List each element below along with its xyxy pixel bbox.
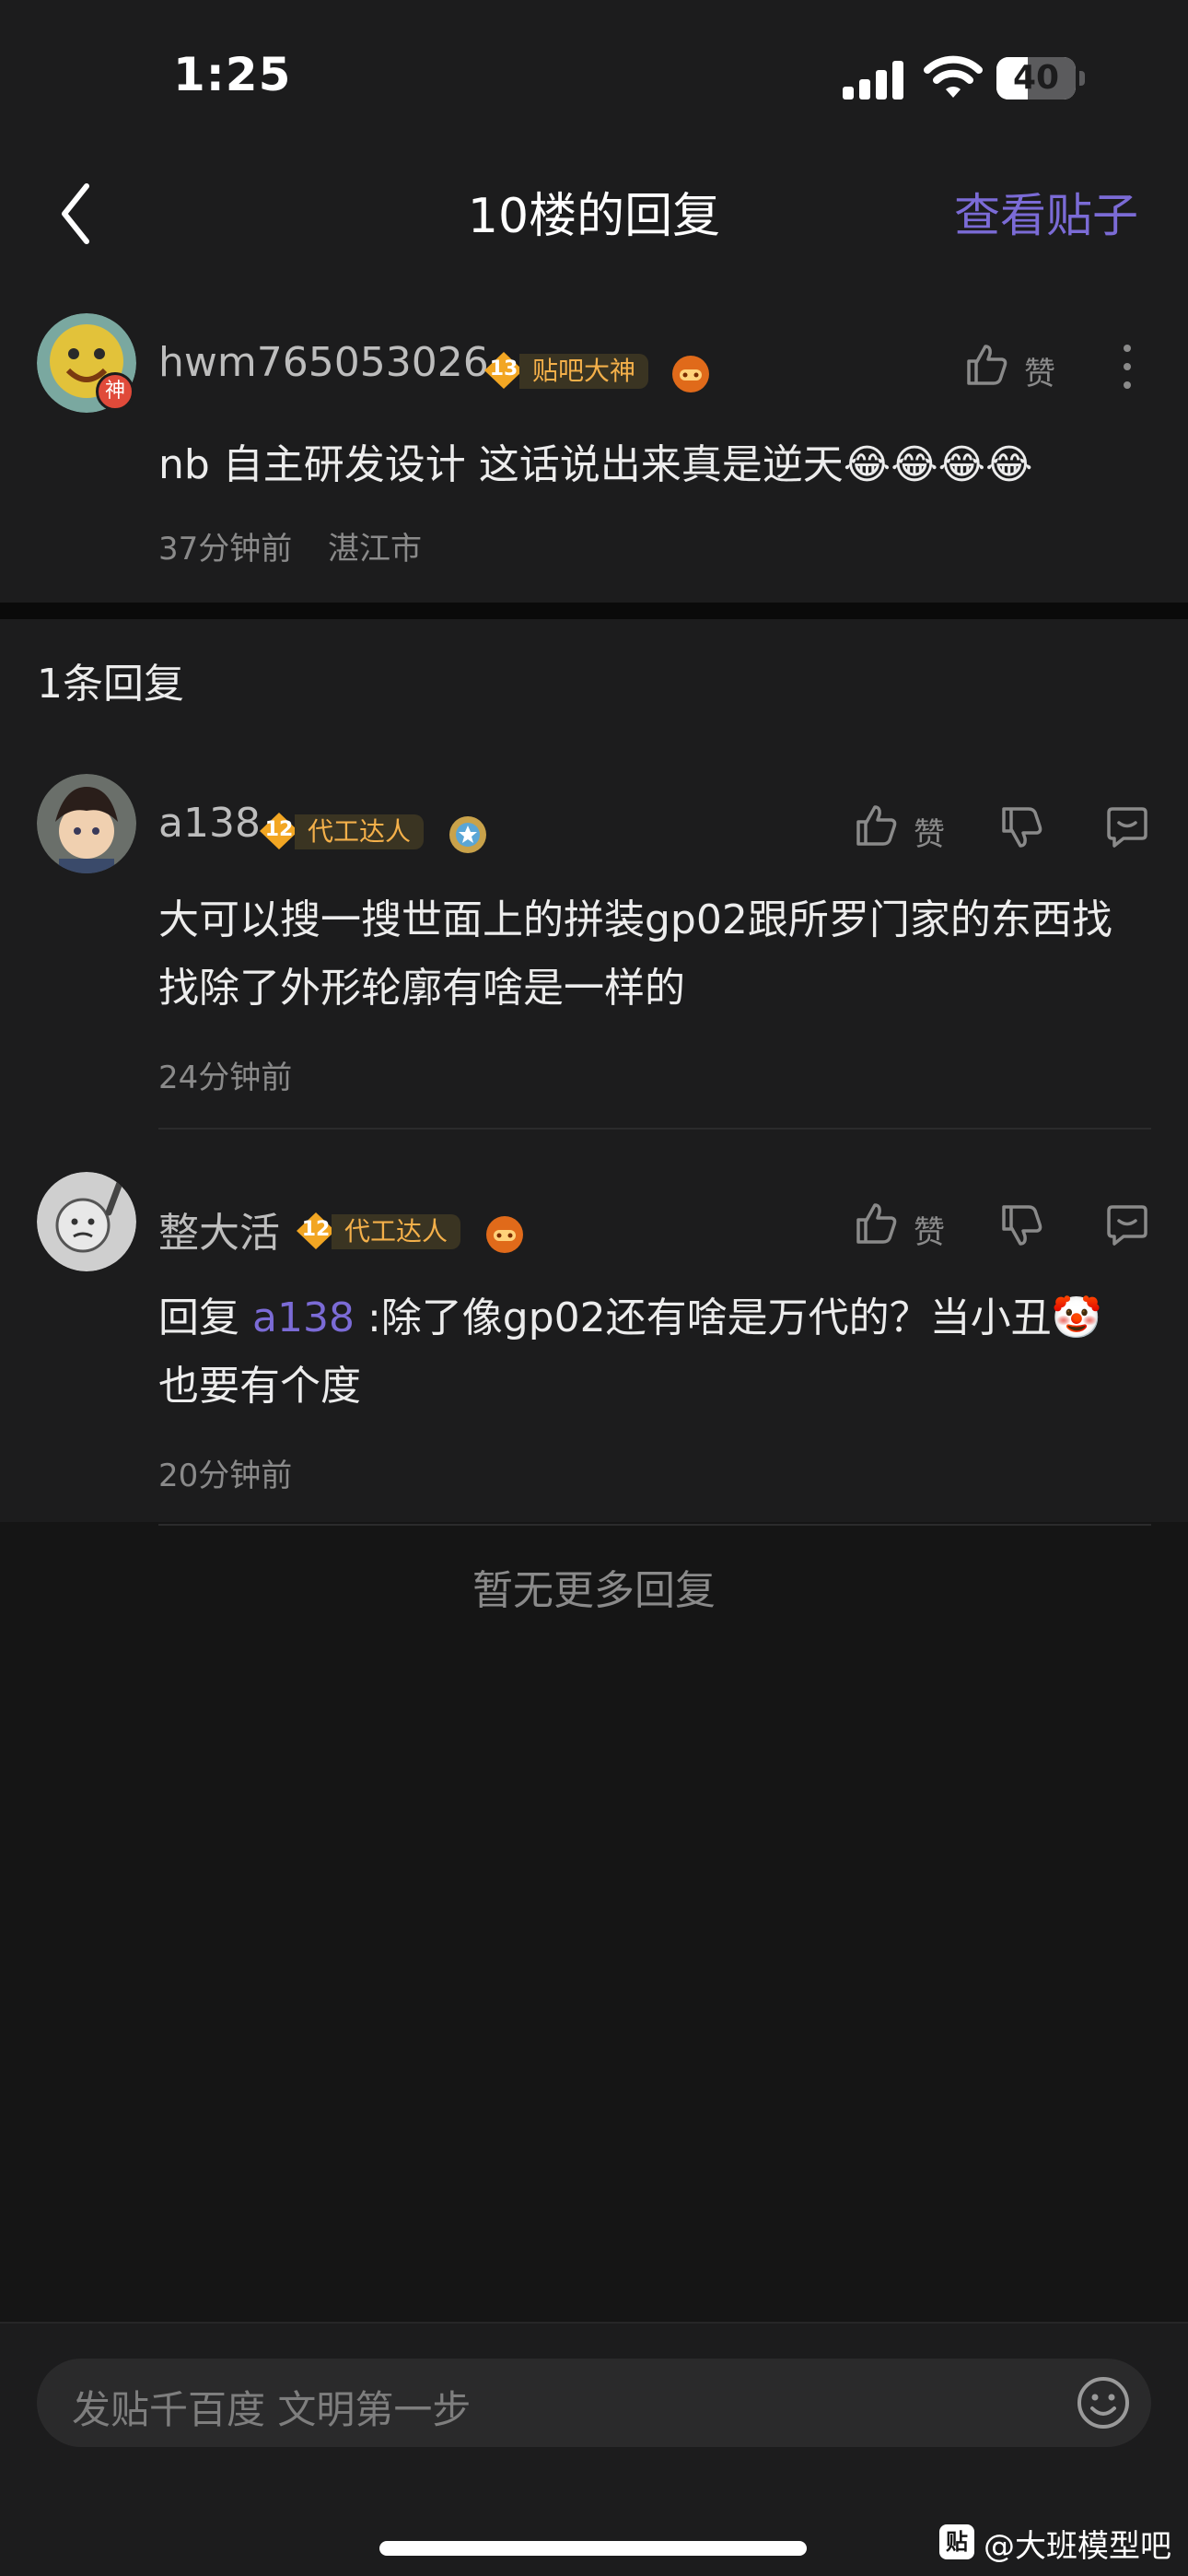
thumbs-down-icon[interactable] — [998, 803, 1046, 851]
reply-time: 20分钟前 — [158, 1458, 293, 1494]
thumbs-up-icon — [856, 805, 897, 846]
section-divider — [0, 603, 1188, 619]
tieba-logo-icon: 贴 — [939, 2524, 974, 2559]
username[interactable]: hwm765053026 — [158, 339, 489, 386]
wifi-icon — [924, 55, 983, 98]
game-controller-icon — [672, 356, 709, 392]
reply-time: 24分钟前 — [158, 1060, 293, 1096]
reply-item: a138 12 代工达人 赞 大可以搜一搜世面上的拼装gp02跟所罗门家的东西找… — [0, 774, 1188, 1133]
battery-icon: 40 — [996, 57, 1085, 100]
battery-percent: 40 — [1012, 59, 1060, 97]
reply-bubble-icon[interactable] — [1103, 803, 1151, 851]
thumbs-up-icon — [856, 1203, 897, 1244]
reply-item: 整大活 12 代工达人 赞 回复 a138:除了像gp02还有啥是万代的？当小… — [0, 1172, 1188, 1522]
post-text: nb 自主研发设计 这话说出来真是逆天😂😂😂😂 — [158, 441, 1033, 488]
like-label: 赞 — [1024, 356, 1055, 392]
post-location: 湛江市 — [328, 531, 422, 568]
cellular-signal-icon — [843, 59, 903, 100]
watermark-text: @大班模型吧 — [984, 2528, 1171, 2565]
avatar[interactable] — [37, 1172, 136, 1271]
comment-input[interactable]: 发贴千百度 文明第一步 — [37, 2359, 1151, 2447]
main-post: 神 hwm765053026 13 贴吧大神 赞 nb 自主研发设计 这话说出来… — [0, 269, 1188, 603]
god-badge-icon: 神 — [96, 372, 134, 411]
status-time: 1:25 — [173, 48, 292, 101]
page: 1:25 40 10楼的回复 查看贴子 神 hwm765053026 13 贴吧… — [0, 0, 1188, 2576]
no-more-replies: 暂无更多回复 — [472, 1567, 716, 1614]
level-title: 代工达人 — [332, 1214, 461, 1249]
level-title: 贴吧大神 — [519, 354, 649, 389]
level-title: 代工达人 — [295, 814, 425, 849]
reply-to-username[interactable]: a138 — [252, 1294, 355, 1341]
username[interactable]: a138 — [158, 800, 261, 847]
like-label: 赞 — [914, 1214, 945, 1251]
reply-divider — [158, 1524, 1151, 1526]
home-indicator[interactable] — [379, 2541, 807, 2556]
game-controller-icon — [486, 1216, 523, 1253]
status-bar: 1:25 40 — [0, 0, 1188, 157]
reply-text: 大可以搜一搜世面上的拼装gp02跟所罗门家的东西找找除了外形轮廓有啥是一样的 — [158, 896, 1112, 1012]
more-options-icon[interactable] — [1118, 343, 1136, 398]
post-time: 37分钟前 — [158, 531, 293, 568]
reply-bubble-icon[interactable] — [1103, 1201, 1151, 1249]
reply-divider — [158, 1128, 1151, 1130]
username[interactable]: 整大活 — [158, 1200, 280, 1259]
nav-bar: 10楼的回复 查看贴子 — [0, 157, 1188, 269]
like-button[interactable]: 赞 — [963, 339, 1074, 394]
like-button[interactable]: 赞 — [853, 800, 963, 855]
reply-prefix: 回复 — [158, 1294, 252, 1341]
thumbs-up-icon — [967, 345, 1007, 385]
star-medal-icon — [449, 816, 486, 853]
view-post-button[interactable]: 查看贴子 — [954, 179, 1138, 245]
reply-text: 回复 a138 :除了像gp02还有啥是万代的？当小丑🤡也要有个度 — [158, 1284, 1135, 1421]
like-button[interactable]: 赞 — [853, 1198, 963, 1253]
like-label: 赞 — [914, 816, 945, 853]
emoji-icon[interactable] — [1074, 2373, 1133, 2432]
replies-count: 1条回复 — [37, 661, 184, 708]
comment-input-placeholder: 发贴千百度 文明第一步 — [72, 2387, 472, 2432]
replies-section: 1条回复 a138 12 代工达人 赞 大可以搜一搜世面上的拼装gp02跟所罗门… — [0, 619, 1188, 1522]
thumbs-down-icon[interactable] — [998, 1201, 1046, 1249]
avatar[interactable] — [37, 774, 136, 873]
